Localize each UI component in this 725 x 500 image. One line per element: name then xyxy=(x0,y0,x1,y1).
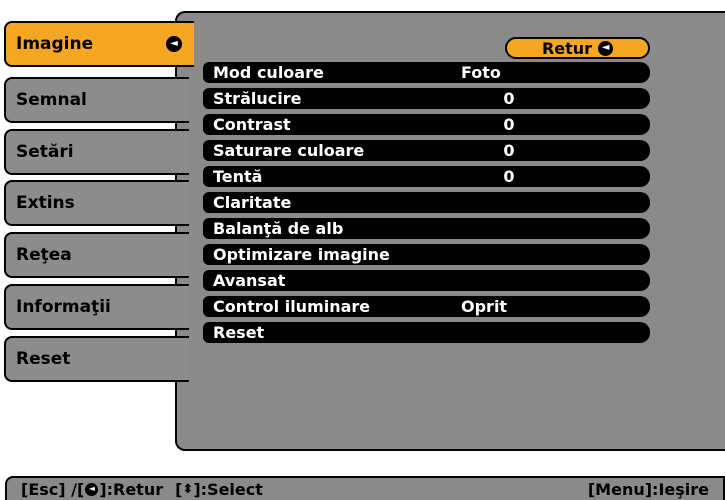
menu-item-label: Mod culoare xyxy=(213,63,324,82)
menu-item-tenta[interactable]: Tentă 0 xyxy=(203,166,650,187)
menu-item-reset[interactable]: Reset xyxy=(203,322,650,343)
menu-item-label: Strălucire xyxy=(213,89,302,108)
up-down-arrow-icon: ⬍ xyxy=(182,481,194,497)
menu-item-value: 0 xyxy=(503,141,515,160)
menu-item-label: Saturare culoare xyxy=(213,141,365,160)
status-select: ]:Select xyxy=(193,479,263,499)
status-menu-exit: [Menu]:Ieşire xyxy=(587,479,709,499)
status-bar: [Esc] /[ ◄ ]:Retur [ ⬍ ]:Select [Menu]:I… xyxy=(5,476,725,500)
menu-item-value: 0 xyxy=(503,89,515,108)
enter-icon: ◄ xyxy=(166,36,182,52)
tab-semnal[interactable]: Semnal xyxy=(4,77,189,123)
tab-reset[interactable]: Reset xyxy=(4,336,189,382)
menu-item-stralucire[interactable]: Strălucire 0 xyxy=(203,88,650,109)
menu-item-mod-culoare[interactable]: Mod culoare Foto xyxy=(203,62,650,83)
tab-label: Informaţii xyxy=(16,297,111,317)
tab-informatii[interactable]: Informaţii xyxy=(4,284,189,330)
tab-extins[interactable]: Extins xyxy=(4,180,189,226)
menu-item-label: Reset xyxy=(213,323,265,342)
menu-item-contrast[interactable]: Contrast 0 xyxy=(203,114,650,135)
menu-item-value: Oprit xyxy=(461,297,508,316)
menu-item-label: Control iluminare xyxy=(213,297,371,316)
projector-menu-screen: Imagine ◄ Semnal Setări Extins Reţea Inf… xyxy=(0,0,725,500)
status-select-open: [ xyxy=(175,479,183,499)
menu-item-avansat[interactable]: Avansat xyxy=(203,270,650,291)
menu-item-optimizare-imagine[interactable]: Optimizare imagine xyxy=(203,244,650,265)
menu-item-value: 0 xyxy=(503,115,515,134)
menu-item-balanta-de-alb[interactable]: Balanţă de alb xyxy=(203,218,650,239)
retur-label: Retur xyxy=(541,38,593,58)
enter-icon: ◄ xyxy=(85,482,99,496)
tab-label: Reţea xyxy=(16,245,72,265)
tab-label: Setări xyxy=(16,142,74,162)
menu-item-saturare-culoare[interactable]: Saturare culoare 0 xyxy=(203,140,650,161)
status-esc: [Esc] /[ xyxy=(21,479,85,499)
menu-item-value: 0 xyxy=(503,167,515,186)
status-retur: ]:Retur xyxy=(99,479,164,499)
tab-setari[interactable]: Setări xyxy=(4,129,189,175)
menu-item-label: Balanţă de alb xyxy=(213,219,344,238)
enter-icon: ◄ xyxy=(598,40,614,56)
menu-item-label: Tentă xyxy=(213,167,263,186)
menu-item-label: Claritate xyxy=(213,193,292,212)
tab-label: Semnal xyxy=(16,90,87,110)
menu-item-value: Foto xyxy=(461,63,501,82)
menu-item-label: Optimizare imagine xyxy=(213,245,390,264)
tab-label: Imagine xyxy=(16,34,94,54)
menu-item-label: Avansat xyxy=(213,271,286,290)
tab-imagine[interactable]: Imagine ◄ xyxy=(4,21,194,67)
tab-label: Extins xyxy=(16,193,75,213)
menu-item-claritate[interactable]: Claritate xyxy=(203,192,650,213)
tab-retea[interactable]: Reţea xyxy=(4,232,189,278)
menu-item-control-iluminare[interactable]: Control iluminare Oprit xyxy=(203,296,650,317)
menu-item-label: Contrast xyxy=(213,115,291,134)
retur-button[interactable]: Retur ◄ xyxy=(505,37,650,59)
tab-label: Reset xyxy=(16,349,71,369)
